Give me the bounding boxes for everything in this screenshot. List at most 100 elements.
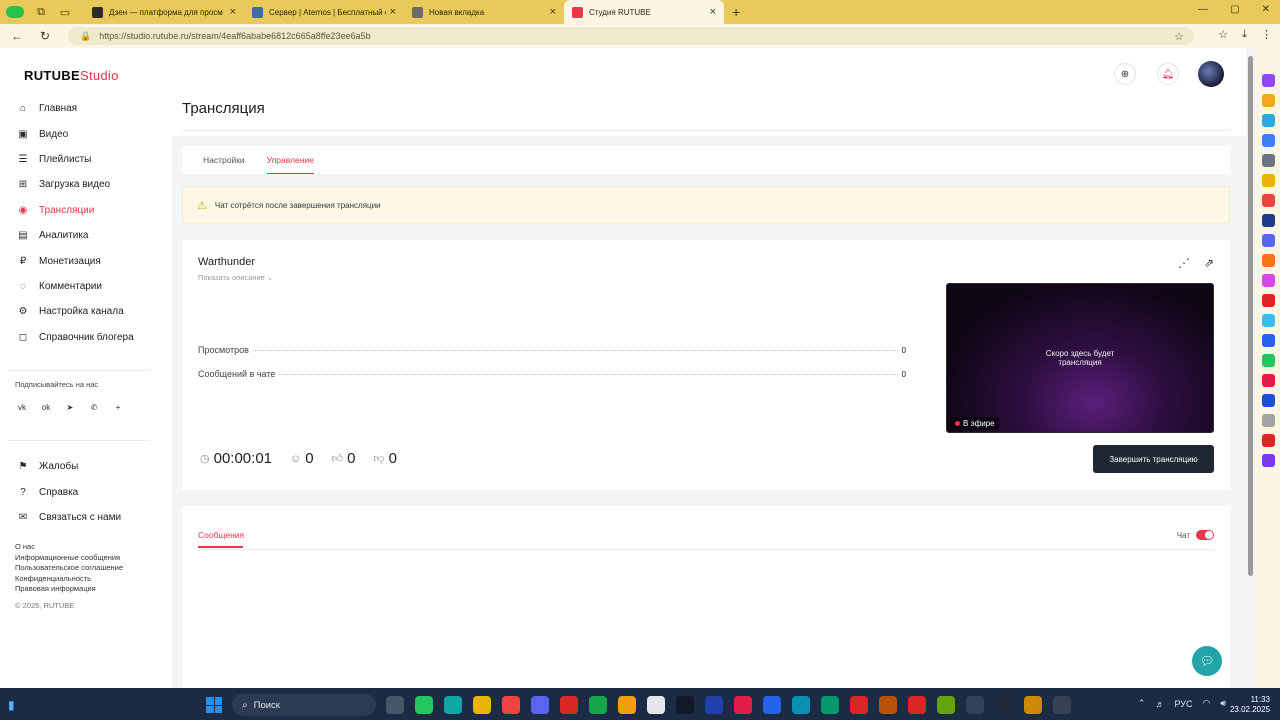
page-scrollbar[interactable] (1246, 48, 1256, 688)
sidebar-item[interactable]: ✉ Связаться с нами (14, 505, 150, 530)
scrollbar-thumb[interactable] (1248, 56, 1253, 576)
app-icon[interactable] (1024, 696, 1042, 714)
footer-link[interactable]: Правовая информация (15, 584, 123, 595)
close-tab-icon[interactable]: × (550, 6, 556, 18)
sidebar-item[interactable]: ⌂ Главная (14, 96, 150, 121)
stream-preview[interactable]: Скоро здесь будет трансляция В эфире (946, 283, 1214, 433)
sidebar-item[interactable]: ⊞ Загрузка видео (14, 172, 150, 197)
app-icon[interactable] (1261, 354, 1275, 367)
share-icon[interactable]: ⋰ (1178, 256, 1190, 270)
headset-icon[interactable]: ♬ (1155, 699, 1164, 709)
folder-icon[interactable] (473, 696, 491, 714)
browser-tab[interactable]: Сервер | Aternos | Бесплатный с × (244, 0, 404, 24)
browser-tab[interactable]: Новая вкладка × (404, 0, 564, 24)
vk-icon[interactable]: vk (15, 400, 29, 414)
sidebar-item[interactable]: ⚙ Настройка канала (14, 299, 150, 324)
new-tab-button[interactable]: + (732, 4, 740, 20)
reload-icon[interactable]: ↻ (34, 29, 56, 43)
workspaces-icon[interactable]: ⧉ (34, 5, 48, 19)
support-chat-button[interactable]: 💬︎ (1192, 646, 1222, 676)
ok-icon[interactable]: ok (39, 400, 53, 414)
app-icon[interactable] (792, 696, 810, 714)
sidebar-item[interactable]: ₽ Монетизация (14, 248, 150, 273)
arrow-app-icon[interactable] (1261, 434, 1275, 447)
minimize-icon[interactable]: — (1198, 4, 1208, 15)
profile-icon[interactable] (6, 6, 24, 18)
url-field[interactable]: 🔒 https://studio.rutube.ru/stream/4eaff6… (68, 27, 1194, 45)
task-view-icon[interactable] (386, 696, 404, 714)
sidebar-item[interactable]: ☰ Плейлисты (14, 147, 150, 172)
app-icon[interactable] (1261, 274, 1275, 287)
close-window-icon[interactable]: ✕ (1262, 4, 1270, 15)
notifications-button[interactable]: 🔔︎ (1157, 63, 1179, 85)
yandex-icon[interactable] (502, 696, 520, 714)
app-icon[interactable] (705, 696, 723, 714)
menu-icon[interactable]: ⋮ (1261, 28, 1272, 41)
taskbar-clock[interactable]: 11:33 23.02.2025 (1230, 695, 1270, 715)
chrome-icon[interactable] (618, 696, 636, 714)
widgets-icon[interactable]: ▮ (8, 698, 24, 714)
show-description-link[interactable]: Показать описание ⌄ (198, 273, 273, 282)
create-button[interactable]: ⊕ (1114, 63, 1136, 85)
app-icon[interactable] (1261, 394, 1275, 407)
app-icon[interactable] (1261, 294, 1275, 307)
app-icon[interactable] (879, 696, 897, 714)
minecraft-icon[interactable] (937, 696, 955, 714)
tab-actions-icon[interactable]: ▭ (58, 5, 72, 19)
youtube-icon[interactable] (908, 696, 926, 714)
sidebar-item[interactable]: ⚑ Жалобы (14, 454, 150, 479)
app-icon[interactable] (1261, 134, 1275, 147)
app-icon[interactable] (821, 696, 839, 714)
download-icon[interactable]: ⤓ (1242, 28, 1247, 41)
search-icon[interactable] (1261, 154, 1275, 167)
favorites-icon[interactable]: ☆ (1218, 28, 1228, 41)
sidebar-item[interactable]: ▣ Видео (14, 121, 150, 146)
rutube-studio-logo[interactable]: RUTUBEStudio (24, 68, 119, 83)
opera-icon[interactable] (850, 696, 868, 714)
app-icon[interactable] (1261, 414, 1275, 427)
app-icon[interactable] (734, 696, 752, 714)
bookmark-star-icon[interactable]: ☆ (1174, 30, 1184, 43)
discord-icon[interactable] (1261, 234, 1275, 247)
close-tab-icon[interactable]: × (230, 6, 236, 18)
chevron-up-icon[interactable]: ⌃ (1138, 698, 1146, 709)
viber-icon[interactable]: ✆ (87, 400, 101, 414)
app-icon[interactable] (1261, 374, 1275, 387)
app-icon[interactable] (1261, 334, 1275, 347)
tab-settings[interactable]: Настройки (192, 146, 256, 174)
end-stream-button[interactable]: Завершить трансляцию (1093, 445, 1214, 473)
discord-icon[interactable] (531, 696, 549, 714)
footer-link[interactable]: Пользовательское соглашение (15, 563, 123, 574)
app-icon[interactable] (1261, 194, 1275, 207)
app-icon[interactable] (1261, 254, 1275, 267)
store-icon[interactable] (647, 696, 665, 714)
youtube-icon[interactable] (560, 696, 578, 714)
whatsapp-icon[interactable] (415, 696, 433, 714)
footer-link[interactable]: О нас (15, 542, 123, 553)
footer-link[interactable]: Конфиденциальность (15, 574, 123, 585)
sidebar-item[interactable]: ◌ Комментарии (14, 274, 150, 299)
app-icon[interactable] (1261, 454, 1275, 467)
steam-icon[interactable] (995, 696, 1013, 714)
rockstar-icon[interactable] (676, 696, 694, 714)
app-icon[interactable] (966, 696, 984, 714)
app-icon[interactable] (1261, 114, 1275, 127)
start-button[interactable] (206, 697, 222, 713)
chat-toggle[interactable] (1196, 530, 1214, 540)
sidebar-item[interactable]: ◉ Трансляции (14, 198, 150, 223)
app-icon[interactable] (589, 696, 607, 714)
app-icon[interactable] (1261, 174, 1275, 187)
app-icon[interactable] (1261, 94, 1275, 107)
more-socials-icon[interactable]: + (111, 400, 125, 414)
footer-link[interactable]: Информационные сообщения (15, 553, 123, 564)
browser-tab[interactable]: Студия RUTUBE × (564, 0, 724, 24)
browser-tab[interactable]: Дзен — платформа для просм × (84, 0, 244, 24)
tab-management[interactable]: Управление (256, 146, 325, 174)
app-icon[interactable] (1261, 214, 1275, 227)
telegram-icon[interactable]: ➤ (63, 400, 77, 414)
tab-messages[interactable]: Сообщения (198, 530, 244, 540)
close-tab-icon[interactable]: × (390, 6, 396, 18)
sidebar-item[interactable]: ▤ Аналитика (14, 223, 150, 248)
app-icon[interactable] (1053, 696, 1071, 714)
app-icon[interactable] (1261, 314, 1275, 327)
